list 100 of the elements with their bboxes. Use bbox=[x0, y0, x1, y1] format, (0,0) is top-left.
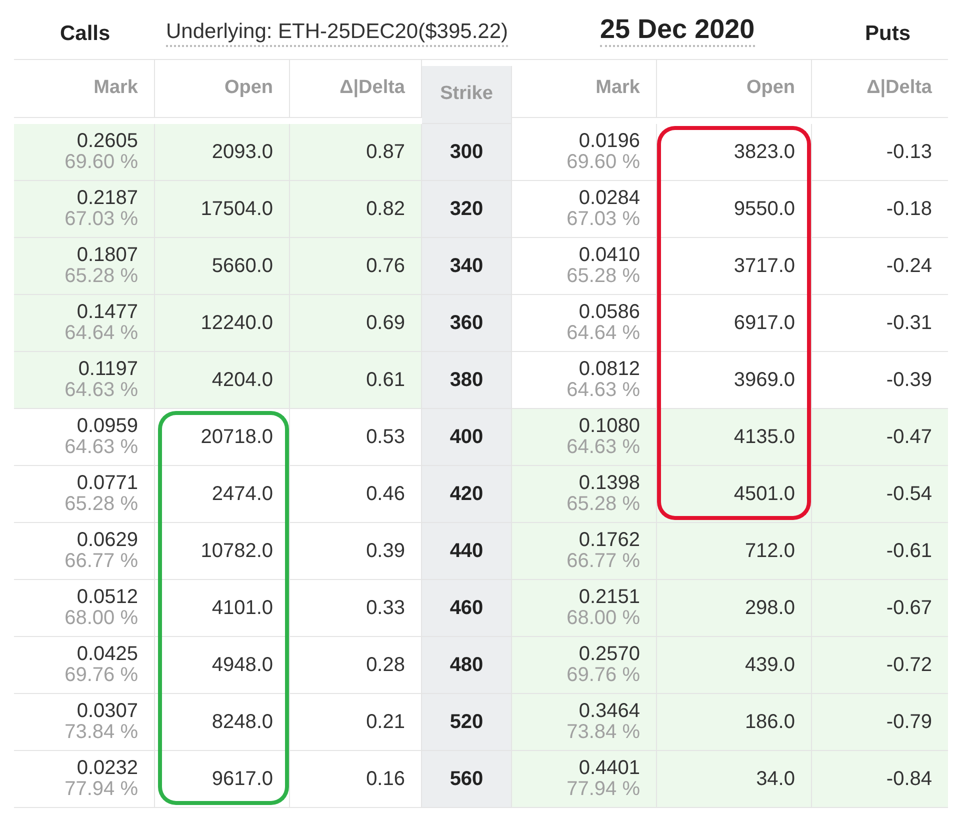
table-cell-text: 0.21 bbox=[366, 710, 405, 735]
table-cell-text: -0.13 bbox=[886, 140, 932, 165]
strike-price: 420 bbox=[450, 482, 484, 507]
implied-volatility: 69.76 % bbox=[566, 665, 640, 686]
table-cell-text: 0.28 bbox=[366, 653, 405, 678]
mark-price: 0.3464 bbox=[578, 701, 640, 722]
implied-volatility: 68.00 % bbox=[566, 608, 640, 629]
mark-price: 0.1197 bbox=[78, 359, 138, 380]
mark-price: 0.0284 bbox=[578, 188, 640, 209]
mark-price: 0.0232 bbox=[76, 758, 138, 779]
table-cell-text: 712.0 bbox=[744, 539, 795, 564]
mark-price: 0.1807 bbox=[76, 245, 138, 266]
mark-price: 0.1762 bbox=[578, 530, 640, 551]
underlying-label: Underlying: ETH-25DEC20($395.22) bbox=[166, 19, 508, 47]
table-cell-text: 34.0 bbox=[756, 767, 795, 792]
table-cell-text: -0.54 bbox=[886, 482, 932, 507]
puts-heading: Puts bbox=[865, 21, 911, 47]
strike-price: 560 bbox=[450, 767, 484, 792]
mark-price: 0.0425 bbox=[76, 644, 138, 665]
mark-price: 0.0586 bbox=[578, 302, 640, 323]
implied-volatility: 69.76 % bbox=[64, 665, 138, 686]
column-header: Δ|Delta bbox=[866, 76, 932, 100]
mark-price: 0.0771 bbox=[76, 473, 138, 494]
implied-volatility: 73.84 % bbox=[64, 722, 138, 743]
table-cell-text: 0.33 bbox=[366, 596, 405, 621]
table-cell-text: 12240.0 bbox=[200, 311, 273, 336]
calls-heading: Calls bbox=[60, 21, 110, 47]
implied-volatility: 64.63 % bbox=[566, 437, 640, 458]
implied-volatility: 65.28 % bbox=[566, 494, 640, 515]
mark-price: 0.0307 bbox=[76, 701, 138, 722]
table-cell-text: 9617.0 bbox=[212, 767, 273, 792]
table-cell-text: 0.69 bbox=[366, 311, 405, 336]
strike-price: 380 bbox=[450, 368, 484, 393]
table-cell-text: 17504.0 bbox=[200, 197, 273, 222]
implied-volatility: 69.60 % bbox=[566, 152, 640, 173]
column-header: Mark bbox=[596, 76, 640, 100]
table-cell-text: -0.72 bbox=[886, 653, 932, 678]
table-cell-text: -0.31 bbox=[886, 311, 932, 336]
implied-volatility: 65.28 % bbox=[64, 266, 138, 287]
table-cell-text: -0.61 bbox=[886, 539, 932, 564]
mark-price: 0.1398 bbox=[578, 473, 640, 494]
column-header: Open bbox=[224, 76, 273, 100]
table-cell-text: 0.76 bbox=[366, 254, 405, 279]
mark-price: 0.0812 bbox=[578, 359, 640, 380]
column-header: Open bbox=[746, 76, 795, 100]
table-cell-text: 8248.0 bbox=[212, 710, 273, 735]
table-cell-text: 0.39 bbox=[366, 539, 405, 564]
table-cell-text: 20718.0 bbox=[200, 425, 273, 450]
table-cell-text: -0.67 bbox=[886, 596, 932, 621]
table-cell-text: -0.84 bbox=[886, 767, 932, 792]
implied-volatility: 66.77 % bbox=[566, 551, 640, 572]
strike-price: 460 bbox=[450, 596, 484, 621]
implied-volatility: 65.28 % bbox=[566, 266, 640, 287]
strike-price: 400 bbox=[450, 425, 484, 450]
column-header: Mark bbox=[94, 76, 138, 100]
implied-volatility: 64.63 % bbox=[64, 437, 138, 458]
table-cell-text: -0.18 bbox=[886, 197, 932, 222]
mark-price: 0.1477 bbox=[76, 302, 138, 323]
implied-volatility: 67.03 % bbox=[64, 209, 138, 230]
mark-price: 0.1080 bbox=[578, 416, 640, 437]
table-cell-text: 4204.0 bbox=[212, 368, 273, 393]
strike-price: 320 bbox=[450, 197, 484, 222]
table-cell-text: 0.53 bbox=[366, 425, 405, 450]
implied-volatility: 67.03 % bbox=[566, 209, 640, 230]
table-cell-text: 0.82 bbox=[366, 197, 405, 222]
implied-volatility: 68.00 % bbox=[64, 608, 138, 629]
table-cell-text: 0.61 bbox=[366, 368, 405, 393]
strike-price: 520 bbox=[450, 710, 484, 735]
mark-price: 0.0512 bbox=[76, 587, 138, 608]
mark-price: 0.2151 bbox=[578, 587, 640, 608]
implied-volatility: 64.63 % bbox=[64, 380, 138, 401]
table-cell-text: 4948.0 bbox=[212, 653, 273, 678]
table-cell-text: 10782.0 bbox=[200, 539, 273, 564]
table-cell-text: 9550.0 bbox=[734, 197, 795, 222]
strike-price: 300 bbox=[450, 140, 484, 165]
table-cell-text: 3717.0 bbox=[734, 254, 795, 279]
table-cell-text: 186.0 bbox=[744, 710, 795, 735]
mark-price: 0.4401 bbox=[578, 758, 640, 779]
implied-volatility: 69.60 % bbox=[64, 152, 138, 173]
table-cell-text: 0.16 bbox=[366, 767, 405, 792]
implied-volatility: 64.64 % bbox=[64, 323, 138, 344]
column-header: Δ|Delta bbox=[340, 76, 405, 100]
mark-price: 0.0196 bbox=[578, 131, 640, 152]
mark-price: 0.2187 bbox=[76, 188, 138, 209]
mark-price: 0.2605 bbox=[76, 131, 138, 152]
table-cell-text: 4135.0 bbox=[734, 425, 795, 450]
implied-volatility: 64.64 % bbox=[566, 323, 640, 344]
implied-volatility: 64.63 % bbox=[566, 380, 640, 401]
strike-price: 480 bbox=[450, 653, 484, 678]
mark-price: 0.0959 bbox=[76, 416, 138, 437]
table-cell-text: -0.79 bbox=[886, 710, 932, 735]
mark-price: 0.0629 bbox=[76, 530, 138, 551]
table-cell-text: 439.0 bbox=[744, 653, 795, 678]
strike-price: 440 bbox=[450, 539, 484, 564]
expiry-date: 25 Dec 2020 bbox=[600, 13, 755, 47]
strike-price: 360 bbox=[450, 311, 484, 336]
table-cell-text: -0.39 bbox=[886, 368, 932, 393]
table-cell-text: 6917.0 bbox=[734, 311, 795, 336]
table-cell-text: -0.47 bbox=[886, 425, 932, 450]
implied-volatility: 73.84 % bbox=[566, 722, 640, 743]
